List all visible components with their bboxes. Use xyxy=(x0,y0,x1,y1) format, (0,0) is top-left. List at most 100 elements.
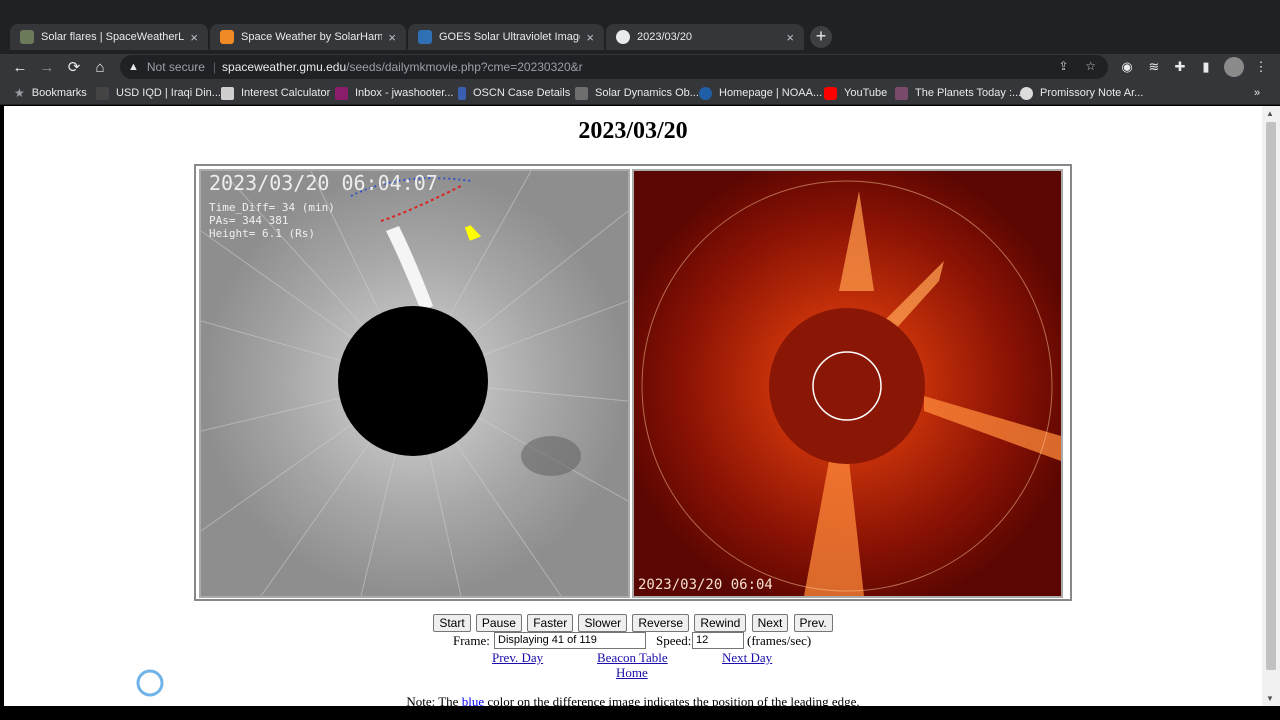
info-height: Height= 6.1 (Rs) xyxy=(209,227,315,240)
bookmark-label: Bookmarks xyxy=(31,87,87,99)
spaceweatherlive-favicon-icon xyxy=(20,30,34,44)
inv-icon xyxy=(96,86,109,100)
difference-timestamp: 2023/03/20 06:04:07 xyxy=(209,171,438,195)
reload-button[interactable]: ⟳ xyxy=(64,58,84,78)
bookmark-label: Interest Calculator xyxy=(241,87,331,99)
back-button[interactable]: ← xyxy=(10,58,30,78)
tab-spaceweatherlive[interactable]: Solar flares | SpaceWeatherLive.c × xyxy=(10,24,208,50)
home-link[interactable]: Home xyxy=(616,665,648,681)
slower-button[interactable]: Slower xyxy=(578,614,628,632)
bookmark-label: YouTube xyxy=(844,87,888,99)
start-button[interactable]: Start xyxy=(433,614,471,632)
globe-icon xyxy=(616,30,630,44)
pause-button[interactable]: Pause xyxy=(475,614,522,632)
speed-unit: (frames/sec) xyxy=(747,633,812,648)
prev-button[interactable]: Prev. xyxy=(793,614,833,632)
bookmark-promissory-note[interactable]: Promissory Note Ar... xyxy=(1020,85,1143,101)
frame-field[interactable]: Displaying 41 of 119 xyxy=(494,632,646,649)
bookmark-inbox[interactable]: Inbox - jwashooter... xyxy=(335,85,453,101)
lasco-difference-image: 2023/03/20 06:04:07 Time_Diff= 34 (min) … xyxy=(199,169,630,598)
scroll-thumb[interactable] xyxy=(1266,122,1276,670)
security-status: Not secure xyxy=(146,60,205,74)
difference-info: Time_Diff= 34 (min) PAs= 344 381 Height=… xyxy=(209,201,335,240)
tab-active-2023-03-20[interactable]: 2023/03/20 × xyxy=(606,24,804,50)
bookmark-youtube[interactable]: YouTube xyxy=(824,85,887,101)
speed-field[interactable]: 12 xyxy=(692,632,744,649)
bookmark-label: Solar Dynamics Ob... xyxy=(595,87,699,99)
url-host: spaceweather.gmu.edu xyxy=(222,60,347,74)
tab-goes-suvi[interactable]: GOES Solar Ultraviolet Imager (SU × xyxy=(408,24,604,50)
next-button[interactable]: Next xyxy=(751,614,789,632)
faster-button[interactable]: Faster xyxy=(527,614,574,632)
extension-w-icon[interactable]: ◉ xyxy=(1118,58,1136,76)
tab-solarham[interactable]: Space Weather by SolarHam × xyxy=(210,24,406,50)
close-icon[interactable]: × xyxy=(190,30,198,45)
home-button[interactable]: ⌂ xyxy=(90,58,110,78)
scroll-down-arrow-icon[interactable]: ▼ xyxy=(1266,694,1274,703)
bookmark-sdo[interactable]: Solar Dynamics Ob... xyxy=(575,85,699,101)
prev-day-link[interactable]: Prev. Day xyxy=(492,650,543,666)
extension-wave-icon[interactable]: ≋ xyxy=(1145,58,1163,76)
calculator-icon xyxy=(221,86,234,100)
bookmark-label: USD IQD | Iraqi Din... xyxy=(116,87,221,99)
bookmark-planets-today[interactable]: The Planets Today :... xyxy=(895,85,1021,101)
side-panel-icon[interactable]: ▮ xyxy=(1197,58,1215,76)
screencast-logo-icon xyxy=(136,669,164,697)
watermark-right-text: MATIC xyxy=(166,673,222,692)
bookmark-label: Inbox - jwashooter... xyxy=(355,87,454,99)
watermark-top-text: RECORDED WITH xyxy=(12,656,101,667)
warning-triangle-icon: ▲ xyxy=(128,61,139,73)
mail-icon xyxy=(335,86,348,100)
profile-avatar[interactable] xyxy=(1224,57,1244,77)
tab-title: 2023/03/20 xyxy=(637,31,693,43)
beacon-table-link[interactable]: Beacon Table xyxy=(597,650,668,666)
lasco-c2-image: 2023/03/20 06:04 xyxy=(632,169,1063,598)
scroll-up-arrow-icon[interactable]: ▲ xyxy=(1266,109,1274,118)
document-icon xyxy=(1020,86,1033,100)
bookmark-oscn[interactable]: OSCN Case Details xyxy=(458,85,570,101)
watermark-logo-row: SCREENCAST MATIC xyxy=(12,669,221,697)
bookmark-bookmarks[interactable]: ★ Bookmarks xyxy=(14,85,87,101)
menu-kebab-icon[interactable]: ⋮ xyxy=(1252,58,1270,76)
reverse-button[interactable]: Reverse xyxy=(632,614,690,632)
info-time-diff: Time_Diff= 34 (min) xyxy=(209,201,335,214)
rewind-button[interactable]: Rewind xyxy=(694,614,747,632)
tab-title: GOES Solar Ultraviolet Imager (SU xyxy=(439,31,580,43)
sdo-icon xyxy=(575,86,588,100)
tab-title: Solar flares | SpaceWeatherLive.c xyxy=(41,31,185,43)
bookmark-label: Homepage | NOAA... xyxy=(719,87,823,99)
bookmark-star-icon[interactable]: ☆ xyxy=(1085,59,1096,73)
bookmark-interest-calculator[interactable]: Interest Calculator xyxy=(221,85,330,101)
bookmarks-bar: ★ Bookmarks USD IQD | Iraqi Din... Inter… xyxy=(0,81,1280,105)
address-bar[interactable]: ▲ Not secure | spaceweather.gmu.edu /see… xyxy=(120,55,1108,79)
bookmark-usd-iqd[interactable]: USD IQD | Iraqi Din... xyxy=(96,85,221,101)
watermark-left-text: SCREENCAST xyxy=(12,673,135,692)
oscn-icon xyxy=(458,86,466,100)
bookmark-noaa[interactable]: Homepage | NOAA... xyxy=(699,85,822,101)
planets-icon xyxy=(895,86,908,100)
share-icon[interactable]: ⇪ xyxy=(1059,59,1069,73)
close-icon[interactable]: × xyxy=(786,30,794,45)
solarham-favicon-icon xyxy=(220,30,234,44)
movie-controls: Start Pause Faster Slower Reverse Rewind… xyxy=(4,614,1262,632)
share-star-icons: ⇪ ☆ xyxy=(1059,59,1097,73)
tab-strip: Solar flares | SpaceWeatherLive.c × Spac… xyxy=(0,0,1280,54)
frame-speed-row: Frame: Displaying 41 of 119 Speed: 12 (f… xyxy=(4,632,1262,650)
tab-title: Space Weather by SolarHam xyxy=(241,31,383,43)
page-scrollbar[interactable]: ▲ ▼ xyxy=(1262,106,1280,706)
movie-frame-table: 2023/03/20 06:04:07 Time_Diff= 34 (min) … xyxy=(194,164,1072,601)
forward-button[interactable]: → xyxy=(37,58,57,78)
info-position-angles: PAs= 344 381 xyxy=(209,214,289,227)
more-bookmarks-button[interactable]: » xyxy=(1254,85,1260,101)
browser-toolbar: ← → ⟳ ⌂ ▲ Not secure | spaceweather.gmu.… xyxy=(0,54,1280,81)
divider: | xyxy=(212,60,217,74)
bookmark-label: OSCN Case Details xyxy=(473,87,571,99)
new-tab-button[interactable]: + xyxy=(810,26,832,48)
note-text-before: Note: The xyxy=(406,694,462,706)
next-day-link[interactable]: Next Day xyxy=(722,650,772,666)
c2-image-graphic xyxy=(634,171,1061,596)
close-icon[interactable]: × xyxy=(388,30,396,45)
note-blue-word: blue xyxy=(461,694,485,706)
extensions-puzzle-icon[interactable]: ✚ xyxy=(1171,58,1189,76)
close-icon[interactable]: × xyxy=(586,30,594,45)
